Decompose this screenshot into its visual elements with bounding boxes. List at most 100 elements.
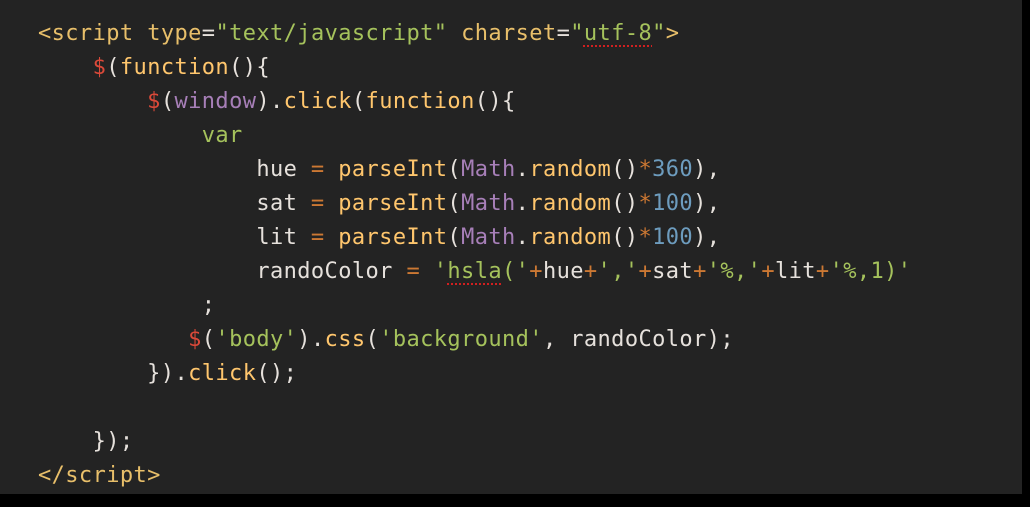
code-token-var: sat — [652, 259, 694, 284]
code-token-punct: }); — [92, 429, 134, 454]
code-token-punct: ( — [447, 191, 462, 216]
code-line[interactable]: hue = parseInt(Math.random()*360), — [38, 153, 911, 187]
code-token-op: + — [761, 259, 775, 284]
code-token-punct: ; — [201, 293, 216, 318]
code-token-var: hue — [256, 157, 298, 182]
code-token-string: hsla — [447, 259, 502, 284]
code-line[interactable]: ; — [38, 289, 911, 323]
code-line[interactable]: $(window).click(function(){ — [38, 85, 911, 119]
code-token-func: function — [119, 55, 230, 80]
code-token-punct: ); — [706, 327, 734, 352]
code-token-op: + — [693, 259, 707, 284]
code-token-punct: . — [515, 225, 530, 250]
code-line[interactable]: lit = parseInt(Math.random()*100), — [38, 221, 911, 255]
code-token-string: ',' — [597, 259, 639, 284]
code-token-string: (' — [502, 259, 530, 284]
code-line[interactable]: </script> — [38, 459, 911, 493]
code-token-punct: ( — [201, 327, 216, 352]
code-token-tag: </script — [38, 463, 148, 488]
code-block[interactable]: <script type="text/javascript" charset="… — [38, 17, 911, 493]
code-line[interactable]: sat = parseInt(Math.random()*100), — [38, 187, 911, 221]
code-token-punct: ( — [160, 89, 175, 114]
code-token-builtin: random — [529, 191, 612, 216]
code-line[interactable]: $('body').css('background', randoColor); — [38, 323, 911, 357]
code-token-var: sat — [256, 191, 298, 216]
code-line[interactable]: ​ — [38, 391, 911, 425]
code-token-punct: ), — [693, 157, 721, 182]
code-token-tag: > — [147, 463, 161, 488]
code-token-dollar: $ — [147, 89, 161, 114]
code-token-punct: ( — [106, 55, 120, 80]
code-token-string: utf-8 — [583, 21, 653, 46]
code-token-op: = — [310, 225, 325, 250]
code-token-punct: ), — [693, 225, 721, 250]
code-line[interactable]: var — [38, 119, 911, 153]
code-token-tag: <script — [38, 21, 134, 46]
code-token-tag: > — [665, 21, 680, 46]
code-editor[interactable]: <script type="text/javascript" charset="… — [0, 0, 1022, 494]
code-token-builtin: css — [324, 327, 366, 352]
code-token-global: window — [174, 89, 257, 114]
code-token-string: 'background' — [379, 327, 543, 352]
code-token-string: " — [652, 21, 666, 46]
code-token-punct: ( — [351, 89, 366, 114]
code-token-var: hue — [542, 259, 584, 284]
code-token-builtin: parseInt — [338, 225, 448, 250]
code-line[interactable]: }).click(); — [38, 357, 911, 391]
code-token-op: = — [310, 191, 325, 216]
code-token-builtin: parseInt — [338, 157, 448, 182]
code-token-punct: () — [611, 191, 639, 216]
code-token-plain: = — [556, 21, 571, 46]
code-line[interactable]: randoColor = 'hsla('+hue+','+sat+'%,'+li… — [38, 255, 911, 289]
code-token-punct: () — [611, 225, 639, 250]
code-token-op: * — [638, 157, 653, 182]
code-token-punct: ( — [447, 157, 462, 182]
code-token-punct: ). — [256, 89, 284, 114]
code-token-builtin: random — [529, 157, 612, 182]
code-token-builtin: parseInt — [338, 191, 448, 216]
code-token-global: Math — [461, 191, 516, 216]
code-token-var: randoColor — [570, 327, 707, 352]
code-token-string: ' — [433, 259, 448, 284]
code-token-op: + — [583, 259, 598, 284]
code-token-global: Math — [461, 225, 516, 250]
code-token-punct: ). — [297, 327, 325, 352]
code-line[interactable]: <script type="text/javascript" charset="… — [38, 17, 911, 51]
code-token-string: '%,' — [706, 259, 762, 284]
code-token-builtin: random — [529, 225, 612, 250]
code-token-attr: type — [147, 21, 202, 46]
code-token-var: lit — [256, 225, 298, 250]
code-token-string: " — [570, 21, 584, 46]
code-token-punct: ( — [447, 225, 462, 250]
code-token-punct: ( — [365, 327, 380, 352]
code-token-global: Math — [461, 157, 516, 182]
code-token-punct: ), — [693, 191, 721, 216]
code-token-number: 360 — [652, 157, 694, 182]
code-token-builtin: click — [283, 89, 352, 114]
code-token-punct: (){ — [474, 89, 516, 114]
code-token-attr: charset — [461, 21, 557, 46]
code-token-plain: = — [201, 21, 216, 46]
code-token-op: = — [310, 157, 325, 182]
code-line[interactable]: $(function(){ — [38, 51, 911, 85]
code-token-op: * — [638, 191, 653, 216]
code-line[interactable]: }); — [38, 425, 911, 459]
